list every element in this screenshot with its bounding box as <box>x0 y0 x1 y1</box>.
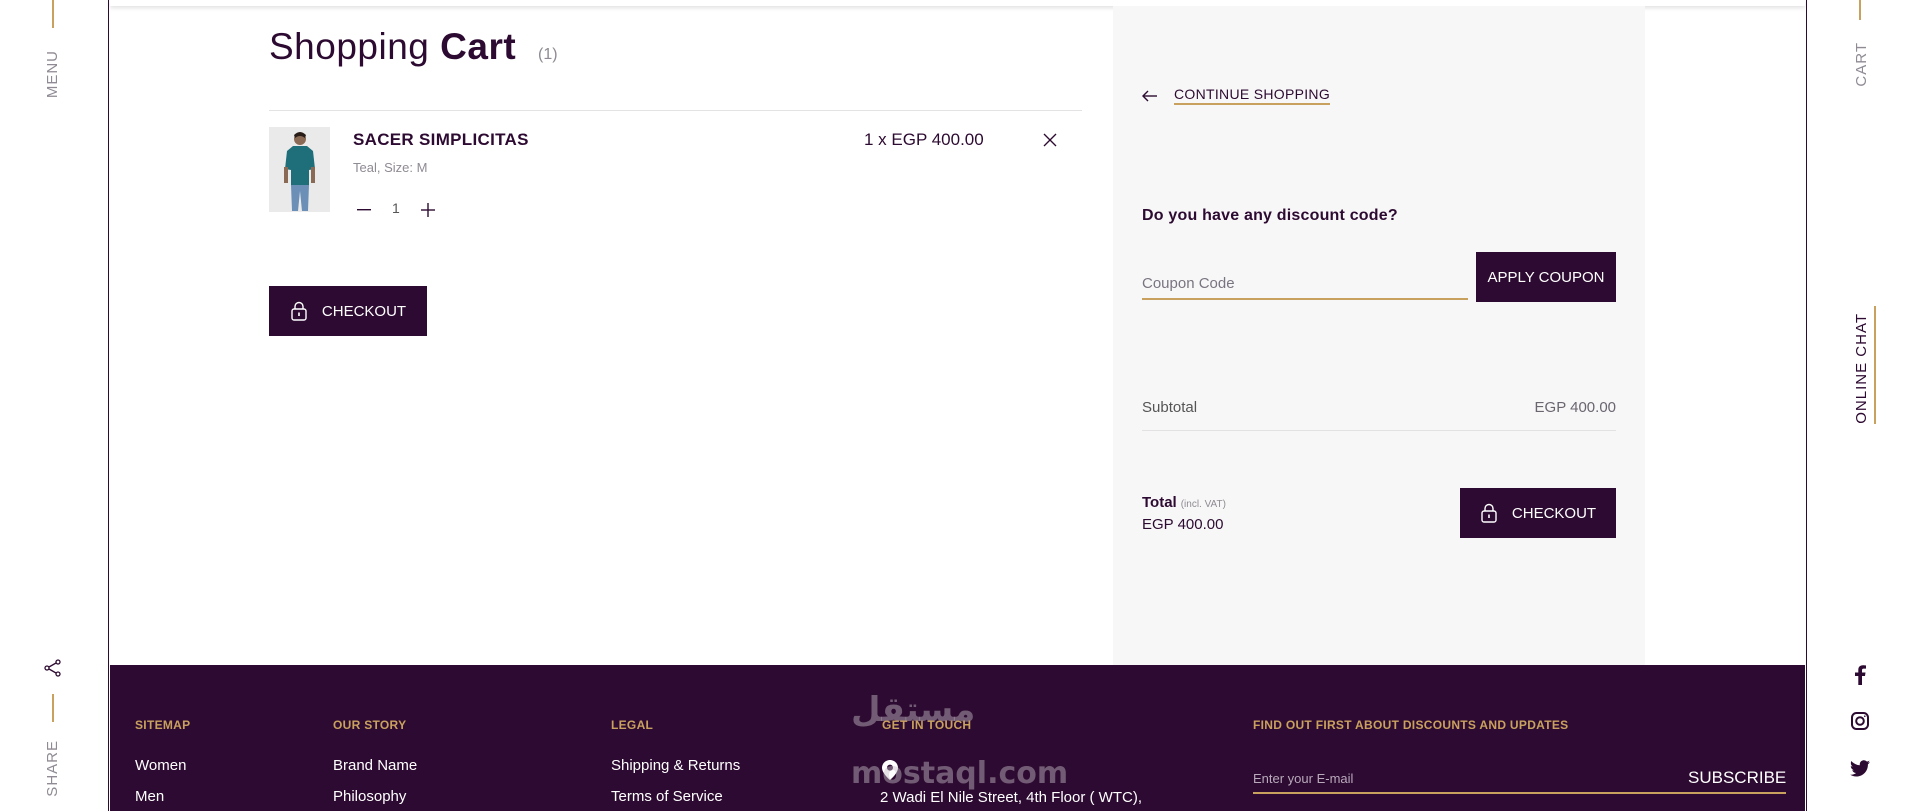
vat-note: (incl. VAT) <box>1180 499 1226 510</box>
checkout-label: CHECKOUT <box>1511 504 1597 522</box>
menu-toggle[interactable]: MENU <box>44 50 61 98</box>
product-thumbnail[interactable] <box>269 127 330 212</box>
total-label: Total (incl. VAT) <box>1142 494 1226 511</box>
cart-item-count: (1) <box>538 46 558 63</box>
divider <box>269 110 1082 111</box>
footer-link-women[interactable]: Women <box>135 757 186 774</box>
coupon-input[interactable] <box>1142 268 1468 300</box>
share-icon[interactable] <box>43 658 63 678</box>
total-value: EGP 400.00 <box>1142 516 1224 533</box>
footer-link-terms[interactable]: Terms of Service <box>611 788 723 805</box>
subscribe-button[interactable]: SUBSCRIBE <box>1688 768 1786 788</box>
rail-accent-line <box>52 694 54 722</box>
checkout-label: CHECKOUT <box>321 302 407 320</box>
rail-accent-line <box>1859 0 1861 20</box>
facebook-icon[interactable] <box>1849 664 1871 686</box>
footer-link-philosophy[interactable]: Philosophy <box>333 788 406 805</box>
footer-heading-get-in-touch: GET IN TOUCH <box>882 718 972 732</box>
chat-accent-line <box>1874 306 1876 424</box>
footer-address: 2 Wadi El Nile Street, 4th Floor ( WTC), <box>880 789 1143 806</box>
arrow-left-icon <box>1142 90 1157 101</box>
subtotal-label: Subtotal <box>1142 399 1198 416</box>
rail-accent-line <box>52 0 54 28</box>
product-variant: Teal, Size: M <box>353 160 428 175</box>
divider <box>1142 430 1616 431</box>
footer-link-brand-name[interactable]: Brand Name <box>333 757 417 774</box>
subtotal-value: EGP 400.00 <box>1534 399 1616 416</box>
minus-icon[interactable] <box>356 200 372 220</box>
footer-heading-newsletter: FIND OUT FIRST ABOUT DISCOUNTS AND UPDAT… <box>1253 718 1569 732</box>
apply-coupon-button[interactable]: APPLY COUPON <box>1476 252 1616 302</box>
footer-heading-legal: LEGAL <box>611 718 654 732</box>
continue-shopping-label: CONTINUE SHOPPING <box>1174 86 1331 105</box>
watermark-text: mostaql.com <box>851 756 1069 791</box>
footer-link-shipping-returns[interactable]: Shipping & Returns <box>611 757 740 774</box>
page-title: Shopping Cart <box>269 26 517 67</box>
product-name[interactable]: SACER SIMPLICITAS <box>353 130 529 150</box>
close-icon[interactable] <box>1041 131 1059 149</box>
footer-heading-our-story: OUR STORY <box>333 718 407 732</box>
checkout-button[interactable]: CHECKOUT <box>1460 488 1616 538</box>
online-chat-button[interactable]: ONLINE CHAT <box>1853 313 1870 424</box>
discount-heading: Do you have any discount code? <box>1142 207 1398 224</box>
instagram-icon[interactable] <box>1849 710 1871 732</box>
quantity-value[interactable]: 1 <box>392 200 404 216</box>
twitter-icon[interactable] <box>1849 757 1871 779</box>
footer-link-men[interactable]: Men <box>135 788 164 805</box>
checkout-button[interactable]: CHECKOUT <box>269 286 427 336</box>
cart-toggle[interactable]: CART <box>1853 42 1870 87</box>
left-rail <box>0 0 109 811</box>
continue-shopping-link[interactable]: CONTINUE SHOPPING <box>1142 86 1331 105</box>
lock-icon <box>1481 503 1497 523</box>
share-label[interactable]: SHARE <box>44 740 61 797</box>
line-item-price: 1 x EGP 400.00 <box>864 130 984 149</box>
lock-icon <box>291 301 307 321</box>
footer-heading-sitemap: SITEMAP <box>135 718 191 732</box>
plus-icon[interactable] <box>420 200 436 220</box>
